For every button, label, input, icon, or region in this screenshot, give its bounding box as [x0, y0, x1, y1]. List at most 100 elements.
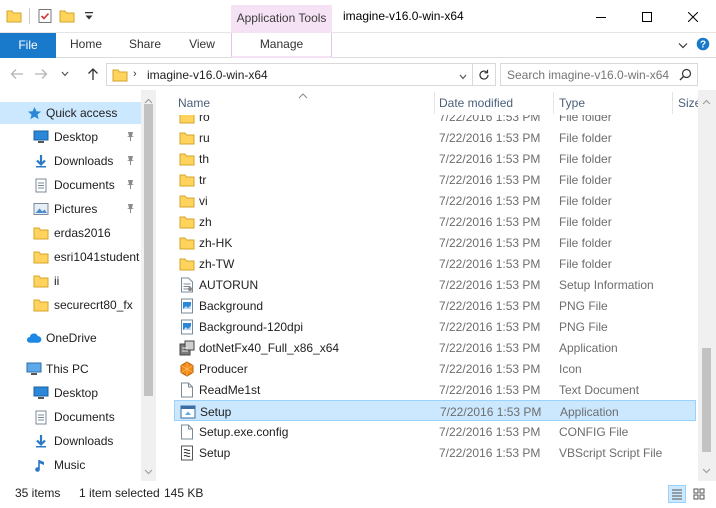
- large-icons-view-button[interactable]: [690, 485, 708, 503]
- refresh-button[interactable]: [473, 63, 496, 86]
- scroll-thumb[interactable]: [702, 348, 711, 452]
- file-row[interactable]: Setup 7/22/2016 1:53 PM Application: [174, 400, 696, 421]
- text-file-icon: [179, 382, 195, 398]
- sidebar-item-onedrive[interactable]: OneDrive: [0, 327, 141, 349]
- file-row[interactable]: vi 7/22/2016 1:53 PM File folder: [174, 190, 696, 211]
- file-list-scrollbar[interactable]: [698, 90, 716, 481]
- sidebar-item-downloads[interactable]: Downloads: [0, 430, 141, 452]
- column-divider[interactable]: [553, 92, 554, 114]
- customize-toolbar-icon[interactable]: [79, 6, 99, 26]
- tab-view[interactable]: View: [174, 33, 230, 58]
- file-row[interactable]: Producer 7/22/2016 1:53 PM Icon: [174, 358, 696, 379]
- file-row[interactable]: Setup 7/22/2016 1:53 PM VBScript Script Fi…: [174, 442, 696, 463]
- download-icon: [33, 433, 49, 449]
- file-date-modified: 7/22/2016 1:53 PM: [439, 215, 541, 229]
- file-row[interactable]: tr 7/22/2016 1:53 PM File folder: [174, 169, 696, 190]
- file-row[interactable]: th 7/22/2016 1:53 PM File folder: [174, 148, 696, 169]
- minimize-button[interactable]: [578, 0, 624, 33]
- forward-arrow-icon: [35, 69, 48, 79]
- back-button[interactable]: [8, 65, 26, 83]
- file-row[interactable]: zh 7/22/2016 1:53 PM File folder: [174, 211, 696, 232]
- maximize-button[interactable]: [624, 0, 670, 33]
- sidebar-item-documents[interactable]: Documents: [0, 174, 141, 196]
- tab-share[interactable]: Share: [117, 33, 173, 58]
- status-bar: 35 items 1 item selected 145 KB: [0, 481, 716, 508]
- scroll-up-icon[interactable]: [702, 94, 711, 108]
- sidebar-item-label: Music: [54, 458, 86, 472]
- folder-icon: [33, 297, 49, 313]
- file-row[interactable]: Background-120dpi 7/22/2016 1:53 PM PNG Fi…: [174, 316, 696, 337]
- sidebar-item-downloads[interactable]: Downloads: [0, 150, 141, 172]
- pin-icon: [126, 202, 135, 216]
- sidebar-item-securecrt80-fx[interactable]: securecrt80_fx: [0, 294, 141, 316]
- column-type[interactable]: Type: [559, 96, 585, 110]
- column-divider[interactable]: [434, 92, 435, 114]
- setup-app-icon: [180, 404, 196, 420]
- sidebar-item-pictures[interactable]: Pictures: [0, 198, 141, 220]
- file-row[interactable]: ru 7/22/2016 1:53 PM File folder: [174, 127, 696, 148]
- details-view-icon: [672, 489, 682, 500]
- tab-home[interactable]: Home: [58, 33, 114, 58]
- scroll-down-icon[interactable]: [702, 463, 711, 477]
- pin-icon: [126, 178, 135, 192]
- chevron-down-icon[interactable]: [459, 69, 467, 83]
- breadcrumb[interactable]: imagine-v16.0-win-x64: [147, 68, 268, 82]
- sidebar-item-erdas2016[interactable]: erdas2016: [0, 222, 141, 244]
- sidebar-item-desktop[interactable]: Desktop: [0, 382, 141, 404]
- column-date-modified[interactable]: Date modified: [439, 96, 513, 110]
- sidebar-item-ii[interactable]: ii: [0, 270, 141, 292]
- properties-icon[interactable]: [35, 6, 55, 26]
- script-file-icon: [179, 445, 195, 461]
- folder-icon: [179, 130, 195, 146]
- sidebar-item-label: Desktop: [54, 386, 99, 400]
- column-name[interactable]: Name: [178, 96, 210, 110]
- expand-ribbon-icon[interactable]: [678, 39, 688, 53]
- recent-locations-button[interactable]: [56, 65, 74, 83]
- sidebar-item-esri1041student[interactable]: esri1041student: [0, 246, 141, 268]
- file-row[interactable]: Background 7/22/2016 1:53 PM PNG File: [174, 295, 696, 316]
- search-box[interactable]: [500, 63, 698, 86]
- folder-icon: [33, 273, 49, 289]
- refresh-icon: [479, 69, 489, 80]
- file-type: PNG File: [559, 299, 608, 313]
- forward-button[interactable]: [32, 65, 50, 83]
- nav-scrollbar[interactable]: [141, 90, 156, 481]
- folder-icon: [112, 68, 128, 85]
- navigation-pane: Quick access Desktop Downloads Documents Pic…: [0, 90, 156, 481]
- details-view-button[interactable]: [668, 485, 686, 503]
- breadcrumb-separator-icon[interactable]: ›: [133, 68, 137, 80]
- scroll-thumb[interactable]: [144, 104, 153, 396]
- folder-icon: [33, 249, 49, 265]
- new-folder-icon[interactable]: [57, 6, 77, 26]
- sidebar-item-documents[interactable]: Documents: [0, 406, 141, 428]
- installer-icon: [179, 340, 195, 356]
- file-row[interactable]: ReadMe1st 7/22/2016 1:53 PM Text Document: [174, 379, 696, 400]
- sidebar-item-desktop[interactable]: Desktop: [0, 126, 141, 148]
- help-icon[interactable]: ?: [696, 37, 710, 54]
- up-button[interactable]: [84, 65, 102, 83]
- tab-file[interactable]: File: [0, 33, 56, 58]
- file-row[interactable]: dotNetFx40_Full_x86_x64 7/22/2016 1:53 PM…: [174, 337, 696, 358]
- file-name: th: [199, 152, 210, 166]
- column-divider[interactable]: [672, 92, 673, 114]
- file-row[interactable]: AUTORUN 7/22/2016 1:53 PM Setup Informatio…: [174, 274, 696, 295]
- file-name: tr: [199, 173, 207, 187]
- file-row[interactable]: Setup.exe.config 7/22/2016 1:53 PM CONFIG …: [174, 421, 696, 442]
- download-icon: [33, 153, 49, 169]
- file-list: ro 7/22/2016 1:53 PM File folder ru 7/22/201…: [158, 90, 716, 481]
- file-name: AUTORUN: [199, 278, 259, 292]
- scroll-down-icon[interactable]: [144, 464, 153, 478]
- producer-icon: [179, 361, 195, 377]
- file-row[interactable]: zh-HK 7/22/2016 1:53 PM File folder: [174, 232, 696, 253]
- sidebar-item-this-pc[interactable]: This PC: [0, 358, 141, 380]
- window-title: imagine-v16.0-win-x64: [343, 9, 464, 23]
- address-bar[interactable]: › imagine-v16.0-win-x64: [106, 63, 473, 86]
- file-rows: ro 7/22/2016 1:53 PM File folder ru 7/22/201…: [158, 107, 698, 481]
- tab-manage[interactable]: Manage: [231, 33, 332, 58]
- file-row[interactable]: zh-TW 7/22/2016 1:53 PM File folder: [174, 253, 696, 274]
- sidebar-item-music[interactable]: Music: [0, 454, 141, 476]
- sidebar-item-quick-access[interactable]: Quick access: [0, 102, 141, 124]
- search-icon[interactable]: [679, 68, 692, 84]
- search-input[interactable]: [507, 67, 673, 83]
- close-button[interactable]: [670, 0, 716, 33]
